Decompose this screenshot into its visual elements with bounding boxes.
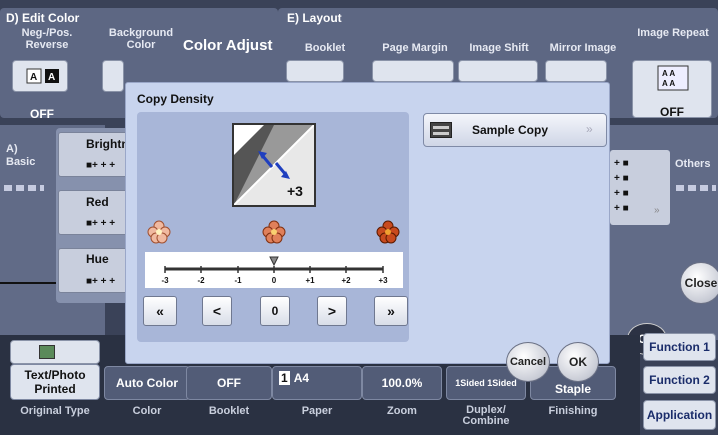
dark-flower-icon [376,220,400,244]
hue-scale-icon: ■+ + + [86,276,116,287]
density-increase-button[interactable]: > [317,296,347,326]
booklet-caption: Booklet [208,405,250,417]
density-min-button[interactable]: « [143,296,177,326]
booklet-header-button[interactable] [286,60,344,82]
tick-label-plus2: +2 [341,276,351,285]
original-type-caption: Original Type [20,405,90,417]
page-margin-label[interactable]: Page Margin [375,42,455,54]
svg-text:A A: A A [662,79,675,88]
background-color-label[interactable]: Background Color [102,27,180,51]
booklet-tile[interactable]: OFF [186,366,272,400]
brightness-scale-icon: ■+ + + [86,160,116,171]
sample-copy-button[interactable]: Sample Copy » [423,113,607,147]
density-max-button[interactable]: » [374,296,408,326]
application-button[interactable]: Application [643,400,716,430]
duplex-caption: Duplex/ Combine [462,404,510,427]
right-scale-panel: + ■ + ■ + ■ + ■ » [610,150,670,225]
right-scale-icons: + ■ + ■ + ■ + ■ [614,158,629,214]
document-icon [39,345,55,359]
density-decrease-button[interactable]: < [202,296,232,326]
paper-size: A4 [293,371,310,385]
red-label: Red [86,195,109,209]
edit-color-section-title: D) Edit Color [6,11,80,25]
function2-button[interactable]: Function 2 [643,366,716,394]
tick-label-plus3: +3 [378,276,388,285]
paper-tile[interactable]: 1 A4 [272,366,362,400]
neg-pos-status: OFF [14,105,54,123]
page-margin-button[interactable] [372,60,454,82]
sample-copy-arrow-icon: » [586,122,593,136]
zoom-caption: Zoom [387,405,417,417]
tick-label-minus1: -1 [234,276,242,285]
image-repeat-value: OFF [660,105,684,119]
density-light-label: -3 [236,126,249,142]
basic-tab-indicator [4,185,44,191]
original-type-tile[interactable]: Text/Photo Printed [10,364,100,400]
dialog-title: Copy Density [137,92,214,106]
original-type-icon-tile[interactable] [10,340,100,364]
color-tile[interactable]: Auto Color [104,366,190,400]
tick-label-minus3: -3 [161,276,169,285]
cancel-button[interactable]: Cancel [506,342,550,382]
basic-tab-label[interactable]: A) Basic [6,143,46,169]
svg-text:A A: A A [662,69,675,78]
sample-copy-icon [430,122,452,138]
right-scroll-icon[interactable]: » [654,205,660,216]
paper-tray-number: 1 [279,371,290,385]
divider-line [0,282,60,284]
image-shift-label[interactable]: Image Shift [462,42,536,54]
close-button[interactable]: Close [680,262,718,304]
mirror-image-button[interactable] [545,60,607,82]
paper-caption: Paper [301,405,333,417]
normal-flower-icon [262,220,286,244]
background-color-button[interactable] [102,60,124,92]
finishing-caption: Finishing [548,405,598,417]
others-tab-label[interactable]: Others [675,158,710,170]
booklet-header-label[interactable]: Booklet [290,42,360,54]
light-flower-icon [147,220,171,244]
red-scale-icon: ■+ + + [86,218,116,229]
image-repeat-label[interactable]: Image Repeat [632,27,714,39]
tick-label-plus1: +1 [305,276,315,285]
hue-label: Hue [86,252,109,266]
color-adjust-label[interactable]: Color Adjust [183,37,272,54]
zoom-tile[interactable]: 100.0% [362,366,442,400]
sample-copy-label: Sample Copy [472,123,549,137]
neg-pos-icon: A A [26,68,59,84]
tick-label-minus2: -2 [197,276,205,285]
density-dark-label: +3 [287,183,303,199]
color-caption: Color [132,405,162,417]
dialog-ok-button[interactable]: OK [557,342,599,382]
tick-label-zero: 0 [271,276,277,285]
density-reset-button[interactable]: 0 [260,296,290,326]
mirror-image-label[interactable]: Mirror Image [543,42,623,54]
image-shift-button[interactable] [458,60,538,82]
neg-pos-reverse-label[interactable]: Neg-/Pos. Reverse [6,27,88,51]
neg-pos-value: OFF [30,107,54,121]
neg-pos-reverse-button[interactable]: A A [12,60,68,92]
layout-section-title: E) Layout [287,11,342,25]
svg-text:A: A [48,72,55,83]
function1-button[interactable]: Function 1 [643,333,716,361]
others-tab-indicator [676,185,716,191]
svg-text:A: A [30,72,37,83]
